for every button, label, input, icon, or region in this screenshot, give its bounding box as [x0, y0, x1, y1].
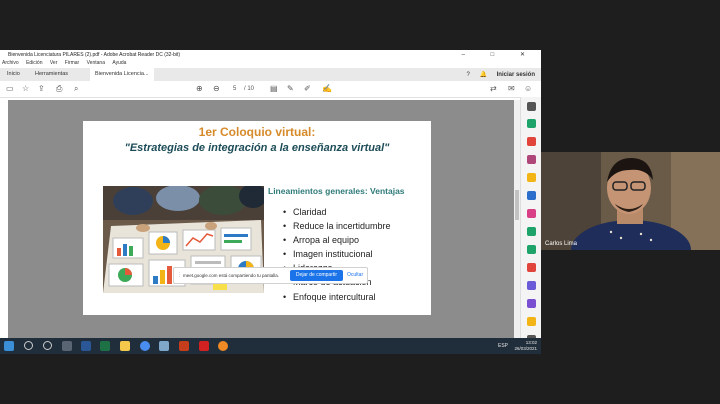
menu-archivo[interactable]: Archivo: [2, 60, 19, 66]
window-controls[interactable]: – □ ✕: [462, 51, 537, 58]
create-pdf-icon[interactable]: [527, 137, 536, 146]
signin-button[interactable]: Iniciar sesión: [497, 72, 535, 78]
language-indicator[interactable]: ESP: [498, 343, 508, 349]
tab-herramientas[interactable]: Herramientas: [30, 68, 73, 81]
upload-icon[interactable]: ⇪: [38, 84, 45, 93]
list-item: Imagen institucional: [283, 247, 391, 261]
shared-screen: Bienvenida Licenciatura PILARES (2).pdf …: [0, 50, 541, 354]
star-icon[interactable]: ☆: [22, 84, 29, 93]
menu-ver[interactable]: Ver: [50, 60, 58, 66]
list-item: Arropa al equipo: [283, 233, 391, 247]
export-pdf-icon[interactable]: [527, 119, 536, 128]
pen-icon[interactable]: ✎: [287, 84, 294, 93]
fill-sign-icon[interactable]: [527, 299, 536, 308]
combine-icon[interactable]: [527, 191, 536, 200]
organize-icon[interactable]: [527, 209, 536, 218]
acrobat-icon[interactable]: [199, 341, 209, 351]
highlight-icon[interactable]: ✐: [304, 84, 311, 93]
share-message: meet.google.com está compartiendo tu pan…: [183, 273, 280, 278]
menu-edicion[interactable]: Edición: [26, 60, 42, 66]
window-title: Bienvenida Licenciatura PILARES (2).pdf …: [8, 52, 181, 58]
shield-icon[interactable]: [527, 281, 536, 290]
word-icon[interactable]: [81, 341, 91, 351]
firefox-icon[interactable]: [218, 341, 228, 351]
acrobat-toolbar: ▭ ☆ ⇪ ⎙ ⌕ ⊕ ⊖ 5 / 10 ▤ ✎ ✐ ✍ ⇄ ✉ ☺: [0, 81, 541, 98]
drag-handle-icon[interactable]: ⋮: [177, 272, 182, 278]
protect-icon[interactable]: [527, 245, 536, 254]
tab-bar: Inicio Herramientas Bienvenida Licencia.…: [0, 68, 541, 81]
sign-icon[interactable]: ✍: [322, 84, 332, 93]
cortana-icon[interactable]: [43, 341, 52, 350]
share-icon[interactable]: ⇄: [490, 84, 497, 93]
participant-video-image: [541, 152, 720, 250]
slide-bullet-list: Claridad Reduce la incertidumbre Arropa …: [283, 205, 391, 304]
account-area: ? 🔔 Iniciar sesión: [466, 71, 535, 78]
menu-bar: Archivo Edición Ver Firmar Ventana Ayuda: [0, 60, 541, 68]
windows-taskbar: ESP 13:02 26/03/2021: [0, 338, 541, 354]
system-clock[interactable]: 13:02 26/03/2021: [514, 340, 537, 352]
edit-pdf-icon[interactable]: [527, 155, 536, 164]
screen-share-notification: ⋮ meet.google.com está compartiendo tu p…: [173, 267, 368, 284]
search-icon[interactable]: ⌕: [74, 84, 78, 94]
slide-title: 1er Coloquio virtual:: [198, 125, 316, 139]
participant-video: Carlos Lima: [541, 152, 720, 250]
page-down-icon[interactable]: ⊖: [213, 84, 220, 93]
redact-icon[interactable]: [527, 263, 536, 272]
mail-icon[interactable]: ✉: [508, 84, 515, 93]
print-icon[interactable]: ⎙: [56, 84, 62, 94]
page-number-input[interactable]: 5: [233, 86, 236, 92]
tab-inicio[interactable]: Inicio: [2, 68, 25, 81]
tools-rail: [520, 97, 541, 350]
menu-ayuda[interactable]: Ayuda: [112, 60, 126, 66]
slide-section-heading: Lineamientos generales: Ventajas: [268, 186, 405, 196]
list-item: Enfoque intercultural: [283, 290, 391, 304]
task-view-icon[interactable]: [62, 341, 72, 351]
windows-start-icon[interactable]: [4, 341, 14, 351]
scrollbar-thumb[interactable]: [515, 190, 519, 220]
menu-ventana[interactable]: Ventana: [87, 60, 105, 66]
comment-icon[interactable]: ▤: [270, 84, 278, 93]
page-up-icon[interactable]: ⊕: [196, 84, 203, 93]
excel-icon[interactable]: [100, 341, 110, 351]
chrome-icon[interactable]: [140, 341, 150, 351]
file-explorer-icon[interactable]: [120, 341, 130, 351]
user-icon[interactable]: ☺: [524, 84, 532, 93]
powerpoint-icon[interactable]: [179, 341, 189, 351]
menu-firmar[interactable]: Firmar: [65, 60, 79, 66]
app-icon[interactable]: [159, 341, 169, 351]
page-total: / 10: [244, 86, 255, 92]
clock-date: 26/03/2021: [514, 346, 537, 351]
help-icon[interactable]: ?: [466, 72, 469, 78]
bell-icon[interactable]: 🔔: [479, 72, 486, 78]
tab-document[interactable]: Bienvenida Licencia...: [90, 68, 154, 81]
search-icon[interactable]: [24, 341, 33, 350]
participant-name: Carlos Lima: [545, 241, 578, 247]
list-item: Claridad: [283, 205, 391, 219]
list-item: Reduce la incertidumbre: [283, 219, 391, 233]
stop-sharing-button[interactable]: Dejar de compartir: [290, 270, 343, 281]
slide-page: 1er Coloquio virtual: "Estrategias de in…: [83, 121, 431, 315]
slide-subtitle: "Estrategias de integración a la enseñan…: [124, 142, 390, 154]
comment-tool-icon[interactable]: [527, 173, 536, 182]
more-tools-icon[interactable]: [527, 317, 536, 326]
compress-icon[interactable]: [527, 227, 536, 236]
new-file-icon[interactable]: ▭: [6, 84, 14, 93]
hide-button[interactable]: Ocultar: [347, 272, 363, 278]
zoom-icon[interactable]: [527, 102, 536, 111]
